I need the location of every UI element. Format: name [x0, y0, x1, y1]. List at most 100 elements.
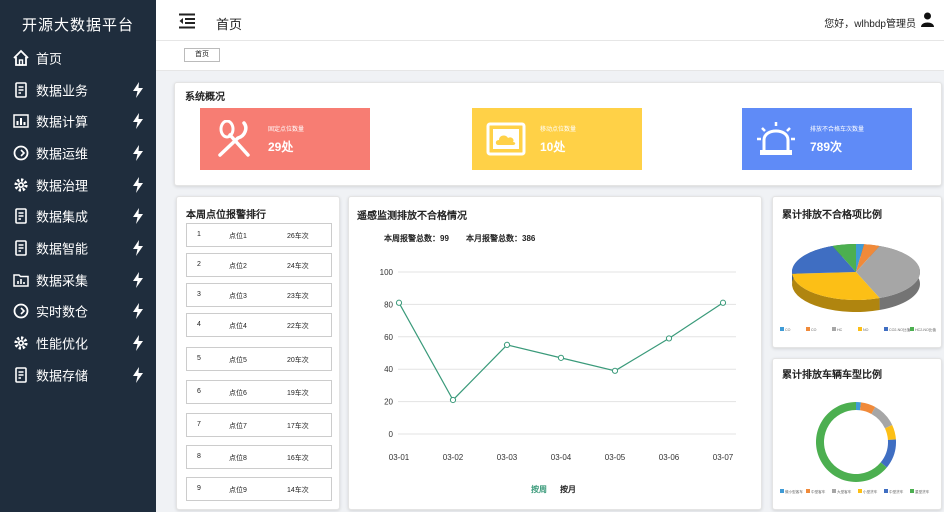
- stat-label: 移动点位数量: [540, 127, 577, 133]
- tab-by-week[interactable]: 按周: [531, 484, 547, 495]
- page-title: 首页: [216, 17, 243, 32]
- ranking-name: 点位9: [229, 487, 247, 494]
- legend-label: HC: [837, 328, 843, 332]
- ranking-name: 点位7: [229, 423, 247, 430]
- sidebar-nav: 首页 数据业务 数据计算 数据运维 数据治理 数据集成 数据智能 数据采集 实时…: [0, 42, 156, 391]
- legend-swatch: [858, 327, 862, 331]
- ranking-row: 7 点位7 17车次: [186, 413, 332, 437]
- sidebar-item-data-intelligence[interactable]: 数据智能: [0, 232, 156, 264]
- tab-home[interactable]: 首页: [184, 48, 220, 62]
- cloud-screen-icon: [486, 122, 526, 156]
- x-tick-label: 03-06: [659, 453, 680, 462]
- ranking-row: 3 点位3 23车次: [186, 283, 332, 307]
- bar-chart-icon: [13, 114, 29, 128]
- user-greeting[interactable]: 您好，wlhbdp管理员: [824, 15, 916, 30]
- menu-collapse-icon[interactable]: [178, 13, 196, 29]
- donut-slice[interactable]: [871, 406, 893, 429]
- sidebar-item-label: 数据集成: [36, 209, 89, 225]
- document-icon: [15, 81, 27, 98]
- lightning-icon: [133, 303, 143, 320]
- legend-label: NO: [863, 328, 869, 332]
- legend-label: 微小型客车: [785, 489, 803, 494]
- sidebar-item-realtime-warehouse[interactable]: 实时数仓: [0, 296, 156, 328]
- sidebar-item-data-integration[interactable]: 数据集成: [0, 200, 156, 232]
- y-tick-label: 40: [384, 365, 393, 374]
- ranking-name: 点位1: [229, 233, 247, 240]
- sidebar-item-data-storage[interactable]: 数据存储: [0, 359, 156, 391]
- lightning-icon: [133, 239, 143, 256]
- lightning-icon: [133, 144, 143, 161]
- sidebar-item-home[interactable]: 首页: [0, 42, 156, 74]
- tab-by-month[interactable]: 按月: [560, 484, 576, 495]
- ranking-name: 点位6: [229, 390, 247, 397]
- sidebar-item-data-governance[interactable]: 数据治理: [0, 169, 156, 201]
- sidebar-item-label: 数据存储: [36, 368, 89, 384]
- data-point[interactable]: [611, 367, 619, 374]
- lightning-icon: [133, 366, 143, 383]
- line-chart: 0 20 40 60 80 100 03-01 03-02 03-03 03-04 03-05 03-…: [380, 268, 736, 462]
- legend-swatch: [780, 327, 784, 331]
- gear-icon: [14, 177, 28, 192]
- data-point[interactable]: [557, 354, 565, 361]
- ranking-name: 点位5: [229, 357, 247, 364]
- sidebar-item-data-ops[interactable]: 数据运维: [0, 137, 156, 169]
- app-title: 开源大数据平台: [21, 17, 134, 34]
- data-point[interactable]: [449, 396, 457, 404]
- y-tick-label: 100: [380, 268, 394, 277]
- legend-label: 重型货车: [915, 489, 930, 494]
- user-icon[interactable]: [921, 12, 934, 27]
- data-point[interactable]: [665, 335, 673, 342]
- top-header: 首页 您好，wlhbdp管理员: [156, 0, 944, 41]
- sidebar-item-data-business[interactable]: 数据业务: [0, 74, 156, 106]
- tab-bar: 首页: [156, 41, 944, 71]
- ranking-title: 本周点位报警排行: [186, 210, 266, 221]
- ranking-no: 8: [197, 453, 201, 460]
- x-tick-label: 03-03: [497, 453, 518, 462]
- lightning-icon: [133, 335, 143, 352]
- sidebar: 开源大数据平台 首页 数据业务 数据计算 数据运维 数据治理 数据集成 数据智能…: [0, 0, 156, 512]
- ranking-row: 4 点位4 22车次: [186, 313, 332, 337]
- legend-swatch: [884, 327, 888, 331]
- x-tick-label: 03-02: [443, 453, 464, 462]
- failed-items-ratio-title: 累计排放不合格项比例: [782, 210, 882, 221]
- ranking-value: 16车次: [287, 455, 309, 462]
- ranking-no: 3: [197, 291, 201, 298]
- sidebar-item-data-compute[interactable]: 数据计算: [0, 105, 156, 137]
- sidebar-item-performance[interactable]: 性能优化: [0, 327, 156, 359]
- ranking-name: 点位8: [229, 455, 247, 462]
- ranking-no: 1: [197, 231, 201, 238]
- data-point[interactable]: [719, 299, 727, 306]
- ranking-row: 2 点位2 24车次: [186, 253, 332, 277]
- folder-chart-icon: [13, 273, 29, 287]
- legend-label: CO: [785, 328, 791, 332]
- sidebar-item-label: 数据智能: [36, 241, 89, 257]
- x-tick-label: 03-05: [605, 453, 626, 462]
- document-icon: [15, 208, 27, 225]
- legend-swatch: [884, 489, 888, 493]
- data-point[interactable]: [395, 299, 403, 306]
- sidebar-item-data-collection[interactable]: 数据采集: [0, 264, 156, 296]
- data-point[interactable]: [503, 341, 511, 348]
- ranking-row: 8 点位8 16车次: [186, 445, 332, 469]
- alarm-light-icon: [757, 122, 795, 155]
- ranking-name: 点位2: [229, 263, 247, 270]
- document-icon: [15, 240, 27, 256]
- ranking-value: 22车次: [287, 323, 309, 330]
- sidebar-item-label: 性能优化: [36, 336, 89, 352]
- donut-slice[interactable]: [880, 439, 896, 468]
- sidebar-item-label: 数据计算: [36, 114, 89, 130]
- legend-swatch: [806, 327, 810, 331]
- ranking-row: 6 点位6 19车次: [186, 380, 332, 404]
- legend-label: HC2-NO比值: [915, 327, 936, 332]
- home-icon: [13, 49, 29, 66]
- series-line: [398, 302, 724, 401]
- spoon-knife-icon: [218, 120, 250, 157]
- legend-swatch: [832, 327, 836, 331]
- stat-card-mobile-points: 移动点位数量 10处: [472, 108, 642, 170]
- ranking-no: 9: [197, 485, 201, 492]
- ranking-name: 点位3: [229, 293, 247, 300]
- stat-label: 排放不合格车次数量: [810, 127, 865, 133]
- ranking-value: 24车次: [287, 263, 309, 270]
- ranking-value: 20车次: [287, 357, 309, 364]
- lightning-icon: [133, 271, 143, 288]
